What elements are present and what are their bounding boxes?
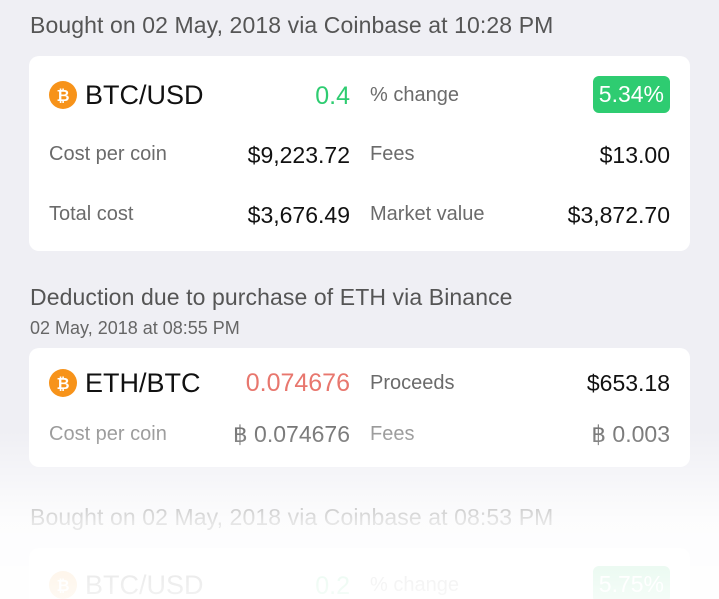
transaction-2-subtitle: 02 May, 2018 at 08:55 PM xyxy=(30,318,240,338)
transaction-3-card[interactable]: ₿ BTC/USD 0.2 % change 5.75% xyxy=(29,548,690,599)
change-label: % change xyxy=(370,574,459,596)
fees-label: Fees xyxy=(370,143,415,165)
fees-label: Fees xyxy=(370,423,415,445)
change-badge: 5.75% xyxy=(592,566,670,599)
transaction-2-title: Deduction due to purchase of ETH via Bin… xyxy=(30,284,513,310)
transaction-1-card[interactable]: ₿ BTC/USD 0.4 % change 5.34% Cost per co… xyxy=(29,56,690,251)
total-value: $3,676.49 xyxy=(247,202,350,228)
transaction-1-title: Bought on 02 May, 2018 via Coinbase at 1… xyxy=(30,12,554,38)
pair-label: BTC/USD xyxy=(85,570,204,599)
fees-value: ฿ 0.003 xyxy=(591,421,670,447)
bitcoin-icon: ₿ xyxy=(49,81,77,109)
bitcoin-icon: ₿ xyxy=(49,369,77,397)
transaction-2-card[interactable]: ₿ ETH/BTC 0.074676 Proceeds $653.18 Cost… xyxy=(29,348,690,467)
cost-label: Cost per coin xyxy=(49,423,167,445)
cost-value: ฿ 0.074676 xyxy=(233,421,350,447)
total-label: Total cost xyxy=(49,203,134,225)
change-label: % change xyxy=(370,84,459,106)
cost-value: $9,223.72 xyxy=(247,142,350,168)
pair-label: ETH/BTC xyxy=(85,368,201,398)
amount-value: 0.4 xyxy=(315,82,350,110)
market-value: $3,872.70 xyxy=(567,202,670,228)
proceeds-value: $653.18 xyxy=(586,370,670,396)
amount-value: 0.074676 xyxy=(245,369,350,397)
transactions-page: Bought on 02 May, 2018 via Coinbase at 1… xyxy=(0,0,719,599)
fees-value: $13.00 xyxy=(599,142,670,168)
market-label: Market value xyxy=(370,203,485,225)
change-badge: 5.34% xyxy=(592,76,670,113)
svg-text:₿: ₿ xyxy=(56,374,69,392)
pair-label: BTC/USD xyxy=(85,80,204,110)
svg-text:₿: ₿ xyxy=(56,86,69,104)
proceeds-label: Proceeds xyxy=(370,372,455,394)
cost-label: Cost per coin xyxy=(49,143,167,165)
amount-value: 0.2 xyxy=(315,572,350,599)
transaction-3-title: Bought on 02 May, 2018 via Coinbase at 0… xyxy=(30,504,554,530)
svg-text:₿: ₿ xyxy=(56,576,69,594)
bitcoin-icon: ₿ xyxy=(49,571,77,599)
